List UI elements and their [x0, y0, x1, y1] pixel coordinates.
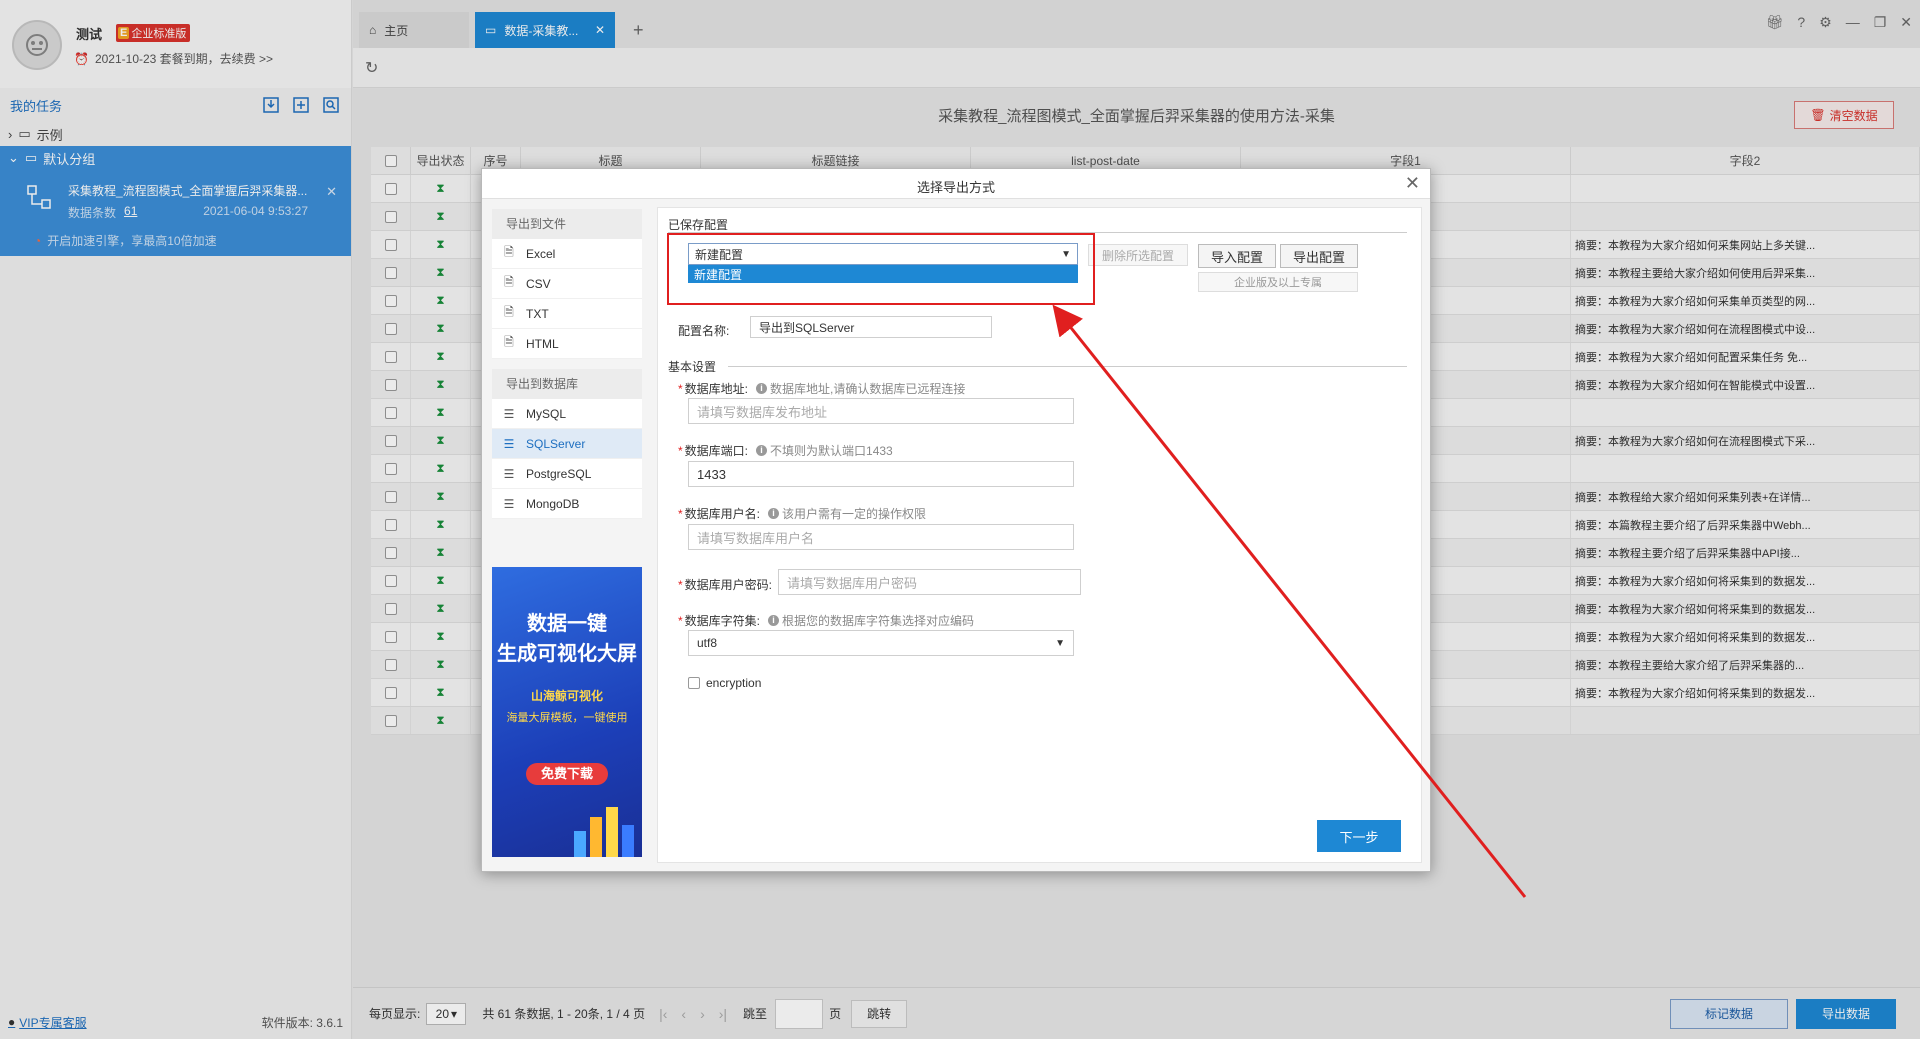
- ad-tagline: 海量大屏模板，一键使用: [506, 712, 628, 724]
- info-icon: i: [768, 615, 780, 626]
- label-text: 配置名称:: [678, 324, 730, 338]
- export-txt[interactable]: 🗎︎ TXT: [492, 299, 642, 329]
- required-mark: *: [678, 443, 683, 458]
- required-mark: *: [678, 577, 683, 592]
- item-label: TXT: [526, 306, 549, 321]
- db-port-label: * 数据库端口: i 不填则为默认端口1433: [678, 442, 893, 459]
- label-text: 数据库地址:: [684, 382, 749, 396]
- item-label: SQLServer: [526, 436, 586, 451]
- item-label: Excel: [526, 246, 556, 261]
- delete-config-button[interactable]: 删除所选配置: [1088, 244, 1188, 266]
- db-section: 导出到数据库 ☰ MySQL ☰ SQLServer ☰ PostgreSQL ☰ Mo…: [492, 369, 642, 519]
- info-icon: i: [768, 508, 780, 519]
- encryption-checkbox[interactable]: [688, 677, 700, 689]
- file-icon: 🗎︎: [504, 275, 514, 289]
- hint: i 数据库地址,请确认数据库已远程连接: [756, 380, 965, 397]
- ad-brand: 山海鲸可视化: [530, 689, 603, 703]
- db-password-label: * 数据库用户密码:: [678, 576, 772, 593]
- saved-config-label: 已保存配置: [668, 218, 729, 232]
- export-target-list: 导出到文件 🗎︎ Excel 🗎︎ CSV 🗎︎ TXT 🗎︎ HTML 导出到数据库 …: [492, 209, 642, 529]
- config-panel: 已保存配置 新建配置 ▼ 新建配置 删除所选配置 导入配置 导出配置 企业版及以…: [657, 207, 1422, 863]
- db-address-label: * 数据库地址: i 数据库地址,请确认数据库已远程连接: [678, 380, 965, 397]
- ad-download-button[interactable]: 免费下载: [526, 763, 608, 785]
- item-label: CSV: [526, 276, 551, 291]
- db-section-title: 导出到数据库: [492, 369, 642, 399]
- required-mark: *: [678, 381, 683, 396]
- basic-settings-label: 基本设置: [668, 360, 717, 374]
- database-icon: ☰: [503, 466, 515, 481]
- hint-text: 根据您的数据库字符集选择对应编码: [782, 614, 975, 628]
- item-label: MongoDB: [526, 496, 580, 511]
- file-icon: 🗎︎: [504, 245, 514, 259]
- export-mysql[interactable]: ☰ MySQL: [492, 399, 642, 429]
- annotation-highlight-box: [667, 233, 1095, 305]
- file-section-title: 导出到文件: [492, 209, 642, 239]
- enterprise-note: 企业版及以上专属: [1198, 272, 1358, 292]
- hint: i 根据您的数据库字符集选择对应编码: [768, 612, 974, 629]
- hint: i 不填则为默认端口1433: [756, 442, 893, 459]
- ad-headline-1: 数据一键: [527, 613, 607, 635]
- export-sqlserver[interactable]: ☰ SQLServer: [492, 429, 642, 459]
- file-icon: 🗎︎: [504, 335, 514, 349]
- encryption-label: encryption: [706, 676, 762, 690]
- ad-banner[interactable]: 数据一键 生成可视化大屏 山海鲸可视化 海量大屏模板，一键使用 免费下载: [492, 567, 642, 857]
- dialog-title: 选择导出方式: [916, 180, 995, 195]
- db-port-input[interactable]: 1433: [688, 461, 1074, 487]
- hint: i 该用户需有一定的操作权限: [768, 505, 926, 522]
- required-mark: *: [678, 613, 683, 628]
- config-name-label: 配置名称:: [678, 322, 729, 339]
- item-label: PostgreSQL: [526, 466, 592, 481]
- file-section: 导出到文件 🗎︎ Excel 🗎︎ CSV 🗎︎ TXT 🗎︎ HTML: [492, 209, 642, 359]
- next-step-button[interactable]: 下一步: [1317, 820, 1401, 852]
- db-password-input[interactable]: 请填写数据库用户密码: [778, 569, 1081, 595]
- export-mongodb[interactable]: ☰ MongoDB: [492, 489, 642, 519]
- dialog-titlebar: 选择导出方式 ✕: [482, 169, 1430, 199]
- db-charset-select[interactable]: utf8 ▼: [688, 630, 1074, 656]
- export-postgresql[interactable]: ☰ PostgreSQL: [492, 459, 642, 489]
- import-config-button[interactable]: 导入配置: [1198, 244, 1276, 268]
- item-label: MySQL: [526, 406, 567, 421]
- db-address-input[interactable]: 请填写数据库发布地址: [688, 398, 1074, 424]
- ad-headline-2: 生成可视化大屏: [497, 643, 637, 665]
- export-csv[interactable]: 🗎︎ CSV: [492, 269, 642, 299]
- charset-value: utf8: [697, 636, 718, 650]
- hint-text: 不填则为默认端口1433: [770, 444, 893, 458]
- encryption-option[interactable]: encryption: [688, 676, 761, 690]
- info-icon: i: [756, 445, 768, 456]
- required-mark: *: [678, 506, 683, 521]
- database-icon: ☰: [503, 436, 515, 451]
- close-icon[interactable]: ✕: [1405, 173, 1420, 194]
- export-excel[interactable]: 🗎︎ Excel: [492, 239, 642, 269]
- db-charset-label: * 数据库字符集: i 根据您的数据库字符集选择对应编码: [678, 612, 974, 629]
- info-icon: i: [756, 383, 768, 394]
- database-icon: ☰: [503, 496, 515, 511]
- hint-text: 数据库地址,请确认数据库已远程连接: [770, 382, 966, 396]
- db-user-input[interactable]: 请填写数据库用户名: [688, 524, 1074, 550]
- export-config-button[interactable]: 导出配置: [1280, 244, 1358, 268]
- label-text: 数据库端口:: [684, 444, 749, 458]
- db-user-label: * 数据库用户名: i 该用户需有一定的操作权限: [678, 505, 926, 522]
- config-name-input[interactable]: 导出到SQLServer: [750, 316, 992, 338]
- caret-down-icon: ▼: [1055, 637, 1065, 649]
- file-icon: 🗎︎: [504, 305, 514, 319]
- label-text: 数据库字符集:: [684, 614, 761, 628]
- hint-text: 该用户需有一定的操作权限: [782, 507, 927, 521]
- label-text: 数据库用户名:: [684, 507, 761, 521]
- label-text: 数据库用户密码:: [684, 578, 773, 592]
- export-html[interactable]: 🗎︎ HTML: [492, 329, 642, 359]
- database-icon: ☰: [503, 406, 515, 421]
- divider: [728, 366, 1407, 367]
- bar-graphic-icon: [574, 807, 634, 857]
- item-label: HTML: [526, 336, 559, 351]
